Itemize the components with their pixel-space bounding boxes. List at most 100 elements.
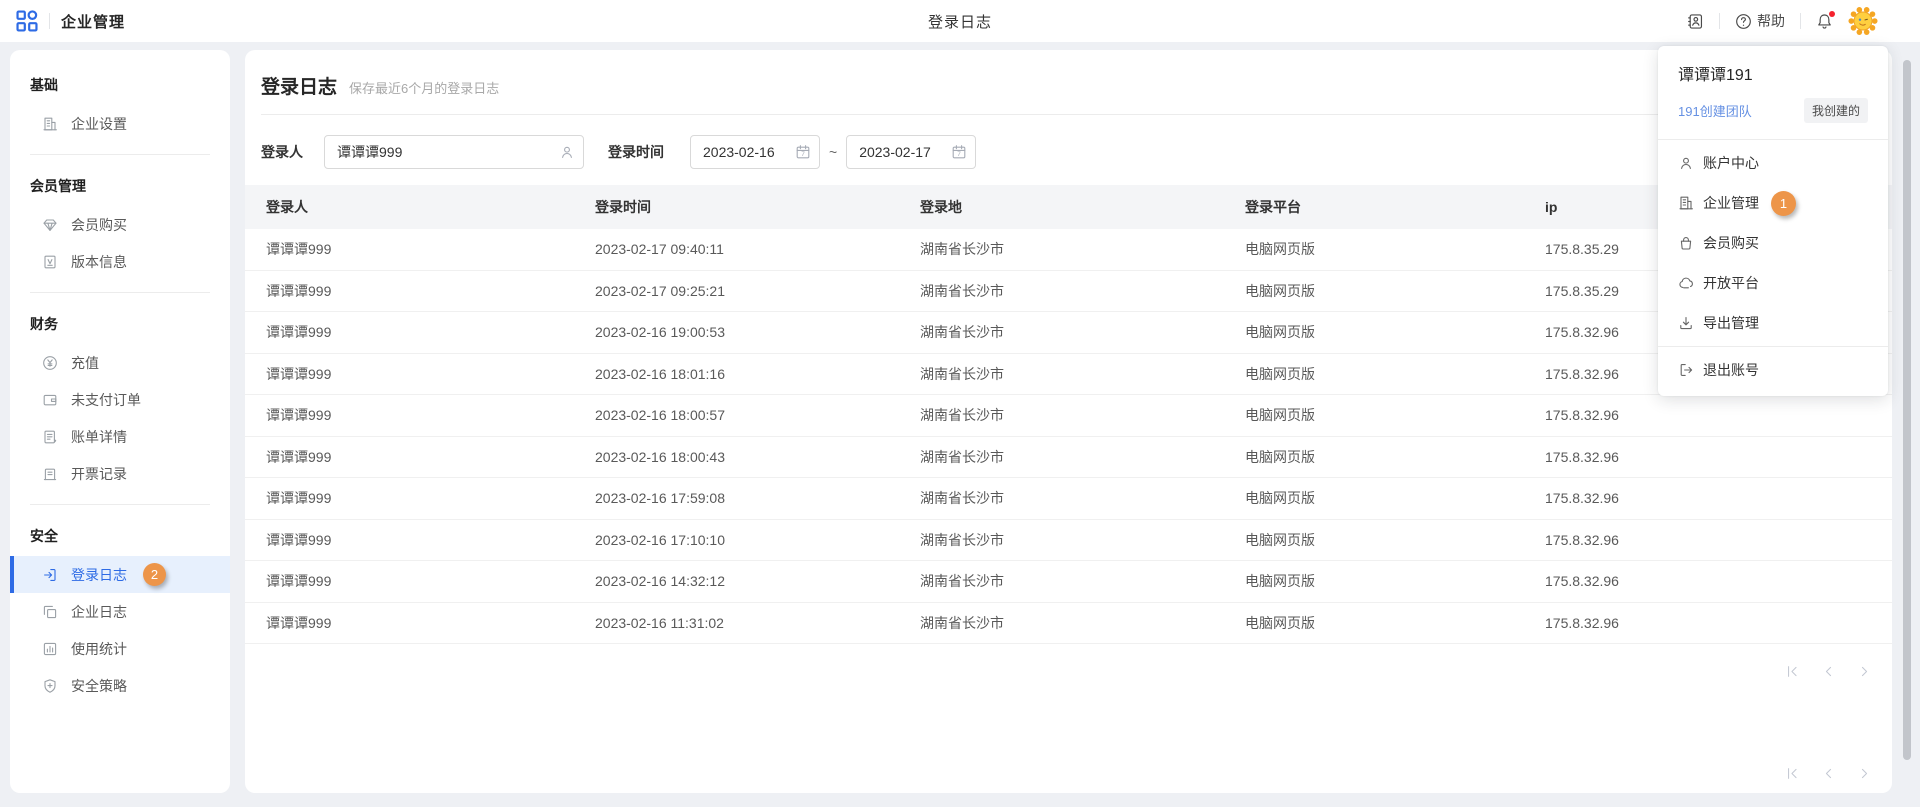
table-row: 谭谭谭9992023-02-16 14:32:12湖南省长沙市电脑网页版175.… bbox=[245, 561, 1892, 603]
help-button[interactable]: 帮助 bbox=[1735, 11, 1785, 31]
pagination-prev-button[interactable] bbox=[1821, 664, 1836, 679]
calendar-icon: 7 bbox=[951, 144, 967, 160]
table-cell: 湖南省长沙市 bbox=[899, 405, 1224, 425]
help-icon bbox=[1735, 13, 1752, 30]
divider bbox=[49, 13, 50, 29]
sidebar-item[interactable]: 未支付订单 bbox=[10, 381, 230, 418]
help-label: 帮助 bbox=[1757, 11, 1785, 31]
user-menu-item[interactable]: 企业管理1 bbox=[1658, 183, 1888, 223]
table-cell: 电脑网页版 bbox=[1224, 488, 1524, 508]
table-cell: 电脑网页版 bbox=[1224, 530, 1524, 550]
team-link[interactable]: 191创建团队 bbox=[1678, 101, 1752, 120]
logout-icon bbox=[1678, 362, 1694, 378]
main-panel: 登录日志 保存最近6个月的登录日志 登录人 登录时间 7 ~ 7 登录人登录时间… bbox=[245, 50, 1892, 793]
sidebar-section-header: 会员管理 bbox=[10, 167, 230, 206]
user-menu-item[interactable]: 退出账号 bbox=[1658, 350, 1888, 390]
table-cell: 谭谭谭999 bbox=[245, 488, 574, 508]
pagination-bottom bbox=[1765, 766, 1892, 781]
table-cell: 湖南省长沙市 bbox=[899, 530, 1224, 550]
sidebar-item[interactable]: 账单详情 bbox=[10, 418, 230, 455]
divider bbox=[30, 292, 210, 293]
table-cell: 湖南省长沙市 bbox=[899, 488, 1224, 508]
table-cell: 谭谭谭999 bbox=[245, 405, 574, 425]
column-header: 登录时间 bbox=[574, 197, 899, 217]
table-cell: 谭谭谭999 bbox=[245, 571, 574, 591]
building-icon bbox=[1678, 195, 1694, 211]
date-range-separator: ~ bbox=[829, 144, 837, 160]
login-user-input[interactable] bbox=[324, 135, 584, 169]
gem-icon bbox=[42, 217, 58, 233]
table-cell: 2023-02-16 17:10:10 bbox=[574, 532, 899, 548]
table-row: 谭谭谭9992023-02-16 18:00:43湖南省长沙市电脑网页版175.… bbox=[245, 437, 1892, 479]
contact-book-icon[interactable] bbox=[1687, 13, 1704, 30]
page-title: 登录日志 bbox=[928, 11, 992, 32]
table-row: 谭谭谭9992023-02-16 17:59:08湖南省长沙市电脑网页版175.… bbox=[245, 478, 1892, 520]
content-area: 基础企业设置会员管理会员购买版本信息财务充值未支付订单账单详情开票记录安全登录日… bbox=[0, 42, 1920, 807]
app-grid-logo-icon[interactable] bbox=[16, 10, 38, 32]
sidebar-item-label: 安全策略 bbox=[71, 676, 127, 696]
svg-text:7: 7 bbox=[957, 151, 961, 158]
table-cell: 2023-02-16 18:00:43 bbox=[574, 449, 899, 465]
user-menu-item[interactable]: 开放平台 bbox=[1658, 263, 1888, 303]
table-row: 谭谭谭9992023-02-16 18:00:57湖南省长沙市电脑网页版175.… bbox=[245, 395, 1892, 437]
sidebar-item[interactable]: 企业设置 bbox=[10, 105, 230, 142]
table-cell: 2023-02-17 09:25:21 bbox=[574, 283, 899, 299]
scrollbar-thumb[interactable] bbox=[1903, 60, 1911, 760]
pagination-prev-button[interactable] bbox=[1821, 766, 1836, 781]
user-menu-item-label: 会员购买 bbox=[1703, 233, 1759, 253]
sidebar-item[interactable]: 安全策略 bbox=[10, 667, 230, 704]
notifications-button[interactable] bbox=[1816, 13, 1833, 30]
sidebar-section-header: 基础 bbox=[10, 66, 230, 105]
sidebar-item[interactable]: 会员购买 bbox=[10, 206, 230, 243]
item-count-badge: 2 bbox=[143, 563, 166, 586]
sidebar-item-label: 使用统计 bbox=[71, 639, 127, 659]
pagination-next-button[interactable] bbox=[1857, 664, 1872, 679]
table-cell: 湖南省长沙市 bbox=[899, 571, 1224, 591]
sidebar-item[interactable]: 企业日志 bbox=[10, 593, 230, 630]
bag-icon bbox=[1678, 235, 1694, 251]
sidebar-item[interactable]: 开票记录 bbox=[10, 455, 230, 492]
table-cell: 谭谭谭999 bbox=[245, 239, 574, 259]
sidebar-item[interactable]: 登录日志2 bbox=[10, 556, 230, 593]
divider bbox=[1658, 139, 1888, 140]
user-menu-item[interactable]: 导出管理 bbox=[1658, 303, 1888, 343]
divider bbox=[1658, 346, 1888, 347]
building-icon bbox=[42, 116, 58, 132]
version-doc-icon bbox=[42, 254, 58, 270]
security-policy-icon bbox=[42, 678, 58, 694]
sidebar-item[interactable]: 充值 bbox=[10, 344, 230, 381]
table-cell: 2023-02-16 11:31:02 bbox=[574, 615, 899, 631]
sidebar-item[interactable]: 版本信息 bbox=[10, 243, 230, 280]
user-menu-item-label: 退出账号 bbox=[1703, 360, 1759, 380]
table-cell: 2023-02-16 14:32:12 bbox=[574, 573, 899, 589]
sidebar-item[interactable]: 使用统计 bbox=[10, 630, 230, 667]
table-cell: 175.8.32.96 bbox=[1524, 449, 1892, 465]
table-cell: 175.8.32.96 bbox=[1524, 490, 1892, 506]
table-cell: 2023-02-16 17:59:08 bbox=[574, 490, 899, 506]
table-row: 谭谭谭9992023-02-16 17:10:10湖南省长沙市电脑网页版175.… bbox=[245, 520, 1892, 562]
user-icon bbox=[1678, 155, 1694, 171]
table-row: 谭谭谭9992023-02-16 11:31:02湖南省长沙市电脑网页版175.… bbox=[245, 603, 1892, 645]
unpaid-order-icon bbox=[42, 392, 58, 408]
divider bbox=[1800, 13, 1801, 29]
table-cell: 湖南省长沙市 bbox=[899, 613, 1224, 633]
table-cell: 175.8.32.96 bbox=[1524, 573, 1892, 589]
user-menu-item[interactable]: 账户中心 bbox=[1658, 143, 1888, 183]
user-avatar[interactable] bbox=[1848, 6, 1878, 36]
column-header: 登录地 bbox=[899, 197, 1224, 217]
pagination-first-button[interactable] bbox=[1785, 766, 1800, 781]
user-menu-item-label: 账户中心 bbox=[1703, 153, 1759, 173]
login-log-icon bbox=[42, 567, 58, 583]
pagination-first-button[interactable] bbox=[1785, 664, 1800, 679]
column-header: 登录平台 bbox=[1224, 197, 1524, 217]
sidebar-item-label: 充值 bbox=[71, 353, 99, 373]
sidebar-item-label: 账单详情 bbox=[71, 427, 127, 447]
bill-detail-icon bbox=[42, 429, 58, 445]
table-cell: 电脑网页版 bbox=[1224, 322, 1524, 342]
sidebar-item-label: 会员购买 bbox=[71, 215, 127, 235]
user-menu-item[interactable]: 会员购买 bbox=[1658, 223, 1888, 263]
enterprise-log-icon bbox=[42, 604, 58, 620]
pagination-next-button[interactable] bbox=[1857, 766, 1872, 781]
login-log-table: 登录人登录时间登录地登录平台ip 谭谭谭9992023-02-17 09:40:… bbox=[245, 185, 1892, 644]
sidebar-item-label: 企业日志 bbox=[71, 602, 127, 622]
